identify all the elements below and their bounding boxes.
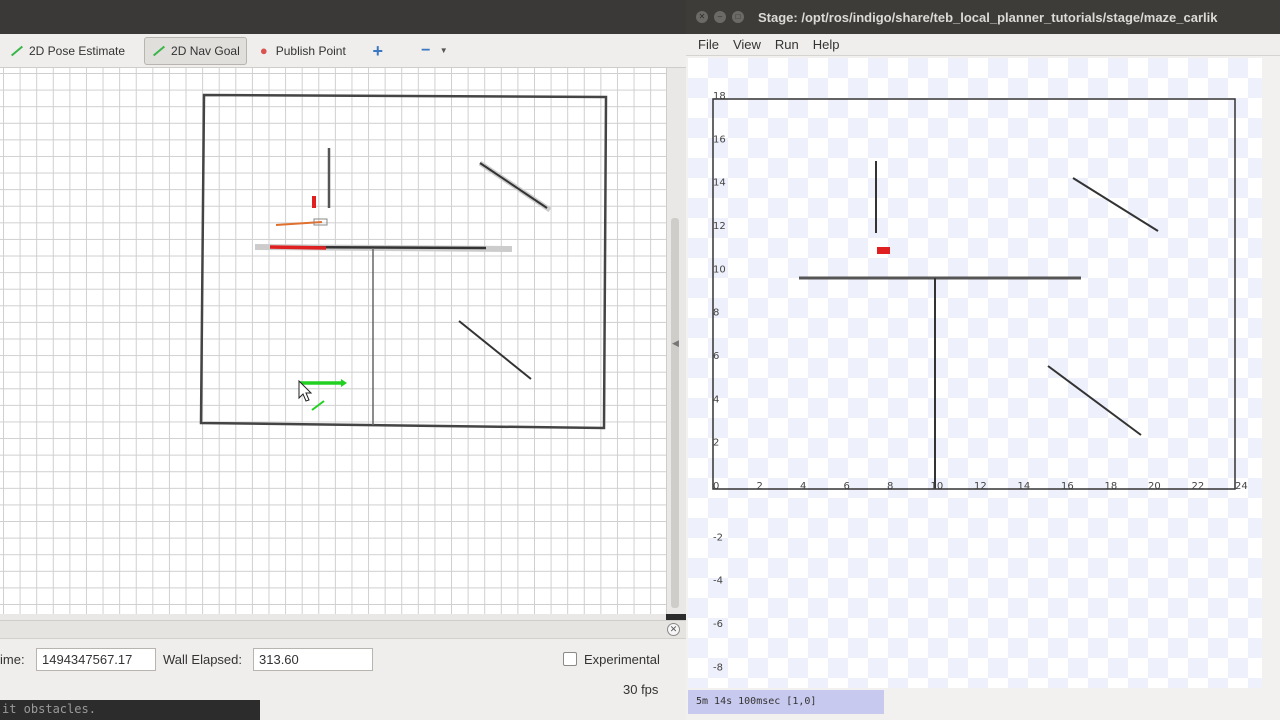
nav-goal-tool[interactable]: 2D Nav Goal (144, 36, 247, 65)
stage-axis-ticks: 0 2 4 6 8 10 12 14 16 18 20 22 2418161412108642-2-4-… (713, 91, 1248, 673)
wall-elapsed-label: Wall Elapsed: (163, 652, 242, 667)
x-tick-label: 12 (974, 481, 987, 492)
stage-world-canvas[interactable]: 0 2 4 6 8 10 12 14 16 18 20 22 24 18 16 14 12 10 8 6 4 2 -2 -4-… (688, 58, 1262, 688)
pose-estimate-tool[interactable]: 2D Pose Estimate (2, 37, 132, 65)
ros-time-field[interactable]: 1494347567.17 (36, 648, 156, 671)
y-tick-label: 10 (713, 264, 726, 275)
stage-robot (877, 247, 890, 254)
map-boundary (199, 93, 608, 430)
x-tick-label: 8 (887, 481, 893, 492)
y-tick-label: 2 (713, 438, 719, 449)
y-tick-label: 8 (713, 308, 719, 319)
stage-wall-diagonal-upper (1072, 177, 1159, 232)
x-tick-label: 4 (800, 481, 806, 492)
close-window-icon[interactable]: ✕ (696, 11, 708, 23)
rviz-title-strip (0, 0, 686, 34)
terminal-text: it obstacles. (0, 700, 260, 720)
y-tick-label: 4 (713, 394, 719, 405)
y-tick-label: 6 (713, 351, 719, 362)
stage-menubar: File View Run Help (686, 34, 1280, 56)
menu-view[interactable]: View (733, 37, 761, 52)
stage-wall-diagonal-lower (1047, 365, 1142, 436)
x-tick-label: 2 (757, 481, 763, 492)
y-tick-label: -4 (713, 576, 723, 587)
chevron-down-icon: ▼ (439, 46, 448, 55)
goal-arrow-secondary (311, 400, 325, 411)
close-icon[interactable]: ✕ (667, 623, 680, 636)
stage-scrollbar[interactable] (1262, 58, 1280, 688)
maximize-window-icon[interactable]: □ (732, 11, 744, 23)
minimize-window-icon[interactable]: – (714, 11, 726, 23)
map-pin-icon: ● (259, 42, 268, 58)
x-tick-label: 16 (1061, 481, 1074, 492)
x-tick-label: 22 (1192, 481, 1205, 492)
menu-file[interactable]: File (698, 37, 719, 52)
stage-window: ✕ – □ Stage: /opt/ros/indigo/share/teb_l… (686, 0, 1280, 720)
rviz-toolbar: 2D Pose Estimate 2D Nav Goal ● Publish P… (0, 34, 686, 68)
x-tick-label: 24 (1235, 481, 1248, 492)
x-tick-label: 10 (931, 481, 944, 492)
time-panel-header: ✕ (0, 621, 686, 639)
x-tick-label: 14 (1018, 481, 1031, 492)
experimental-label: Experimental (584, 652, 660, 667)
pose-estimate-label: 2D Pose Estimate (29, 43, 126, 58)
y-tick-label: 18 (713, 91, 726, 102)
stage-sim-time: 5m 14s 100msec [1,0] (688, 690, 884, 714)
menu-run[interactable]: Run (775, 37, 799, 52)
nav-goal-arrow-icon (151, 43, 167, 59)
stage-world-svg: 0 2 4 6 8 10 12 14 16 18 20 22 2418161412108642-2-4-… (712, 91, 1248, 673)
y-tick-label: 12 (713, 221, 726, 232)
rviz-window: 2D Pose Estimate 2D Nav Goal ● Publish P… (0, 0, 686, 720)
rviz-3d-view[interactable] (0, 68, 666, 614)
minus-icon: − (421, 41, 431, 59)
collapse-arrow-icon[interactable]: ◀ (672, 338, 679, 349)
publish-point-label: Publish Point (275, 43, 346, 58)
rviz-side-scrollbar[interactable]: ◀ (666, 68, 686, 614)
x-tick-label: 18 (1105, 481, 1118, 492)
wall-diagonal-upper (479, 162, 548, 209)
plus-icon: + (372, 40, 384, 61)
laser-scan-red (269, 245, 327, 250)
stage-titlebar: ✕ – □ Stage: /opt/ros/indigo/share/teb_l… (686, 0, 1280, 34)
nav-goal-label: 2D Nav Goal (171, 43, 240, 58)
y-tick-label: -2 (713, 532, 723, 543)
stage-window-title: Stage: /opt/ros/indigo/share/teb_local_p… (758, 9, 1218, 25)
y-tick-label: -6 (713, 619, 723, 630)
scrollbar-handle[interactable] (671, 218, 679, 608)
pose-arrow-icon (9, 43, 25, 59)
experimental-checkbox[interactable] (563, 652, 577, 666)
fps-readout: 30 fps (623, 682, 659, 697)
world-boundary (712, 98, 1236, 490)
y-tick-label: 14 (713, 178, 726, 189)
y-tick-label: -8 (713, 662, 723, 673)
wall-diagonal-lower (458, 320, 532, 380)
remove-tool-button[interactable]: − ▼ (411, 37, 455, 65)
x-tick-label: 6 (844, 481, 850, 492)
x-tick-label: 20 (1148, 481, 1161, 492)
y-tick-label: 16 (713, 134, 726, 145)
wall-elapsed-field[interactable]: 313.60 (253, 648, 373, 671)
add-tool-button[interactable]: + (363, 37, 397, 65)
x-tick-label: 0 (713, 481, 719, 492)
publish-point-tool[interactable]: ● Publish Point (249, 37, 353, 65)
goal-arrow-head (341, 379, 347, 387)
ros-time-label: ime: (0, 652, 25, 667)
rviz-map-overlay (199, 93, 608, 430)
menu-help[interactable]: Help (813, 37, 840, 52)
